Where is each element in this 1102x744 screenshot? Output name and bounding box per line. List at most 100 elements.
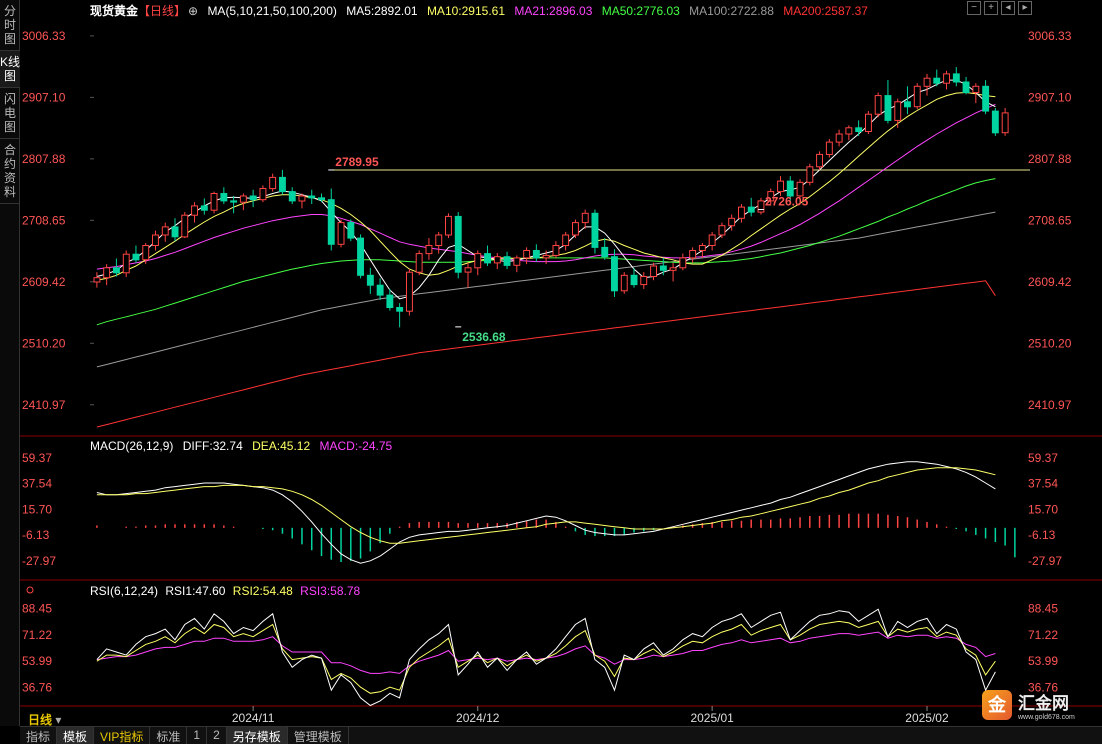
rsi-tick-left-3: 36.76 xyxy=(22,681,52,695)
candle-body-57 xyxy=(650,265,657,277)
candle-body-74 xyxy=(816,153,823,168)
arrow-left-icon[interactable]: ◂ xyxy=(1001,1,1015,15)
annotation-label-0: 2789.95 xyxy=(335,155,379,169)
candle-body-14 xyxy=(230,200,238,203)
candle-body-58 xyxy=(659,265,667,271)
macd-tick-right-4: -27.97 xyxy=(1028,554,1062,568)
candle-body-42 xyxy=(503,256,511,266)
candle-body-39 xyxy=(474,253,482,269)
tab-flash-chart[interactable]: 闪电图 xyxy=(0,88,20,139)
price-tick-left-1: 2907.10 xyxy=(22,90,66,104)
candle-body-59 xyxy=(669,267,677,271)
candle-body-48 xyxy=(562,234,570,246)
candle-body-51 xyxy=(591,212,599,248)
candle-body-54 xyxy=(620,274,628,292)
candle-body-65 xyxy=(728,217,736,227)
candle-body-25 xyxy=(337,222,345,245)
candle-body-73 xyxy=(806,166,814,183)
price-tick-right-3: 2708.65 xyxy=(1028,213,1072,227)
macd-tick-left-3: -6.13 xyxy=(22,528,50,542)
x-label-2: 2025/01 xyxy=(690,711,734,725)
tab-indicator[interactable]: 指标 xyxy=(20,727,58,744)
rsi2-value: RSI2:54.48 xyxy=(232,584,293,598)
gold678-watermark: 金 汇金网 www.gold678.com xyxy=(982,687,1090,723)
rsi-tick-left-0: 88.45 xyxy=(22,601,52,615)
legend-ma21: MA21:2896.03 xyxy=(514,4,593,18)
tab-1[interactable]: 1 xyxy=(187,727,208,744)
main-legend: 现货黄金【日线】 ⊕ MA(5,10,21,50,100,200) MA5:289… xyxy=(90,2,874,19)
period-selector-label: 日线 xyxy=(28,713,53,727)
candle-body-46 xyxy=(542,254,550,259)
macd-tick-right-0: 59.37 xyxy=(1028,451,1058,465)
caret-down-icon: ▾ xyxy=(55,713,62,727)
candle-body-28 xyxy=(366,274,374,286)
candle-body-92 xyxy=(991,110,999,134)
candle-body-82 xyxy=(894,101,902,121)
price-tick-right-1: 2907.10 xyxy=(1028,90,1072,104)
plus-icon[interactable]: + xyxy=(984,1,998,15)
macd-tick-left-1: 37.54 xyxy=(22,477,52,491)
tab-kline-chart[interactable]: K线图 xyxy=(0,51,20,88)
settings-icon[interactable]: ⊕ xyxy=(188,4,198,18)
candle-body-56 xyxy=(640,276,648,286)
tab-2[interactable]: 2 xyxy=(207,727,227,744)
candle-body-80 xyxy=(874,95,882,115)
candle-body-47 xyxy=(552,245,560,256)
candle-body-9 xyxy=(181,214,189,238)
candle-body-75 xyxy=(825,141,833,156)
candle-body-61 xyxy=(689,250,697,259)
x-label-0: 2024/11 xyxy=(232,711,275,725)
x-label-1: 2024/12 xyxy=(456,711,500,725)
price-tick-left-5: 2510.20 xyxy=(22,336,66,350)
tab-template[interactable]: 模板 xyxy=(57,727,95,744)
legend-ma10: MA10:2915.61 xyxy=(426,4,505,18)
candle-body-88 xyxy=(952,73,960,83)
price-tick-left-2: 2807.88 xyxy=(22,152,66,166)
candle-body-44 xyxy=(523,250,531,259)
candle-body-41 xyxy=(493,256,501,264)
tab-standard[interactable]: 标准 xyxy=(150,727,188,744)
macd-tick-left-4: -27.97 xyxy=(22,554,56,568)
legend-ma5: MA5:2892.01 xyxy=(346,4,418,18)
instrument-name: 现货黄金 xyxy=(90,4,139,18)
macd-diff: DIFF:32.74 xyxy=(182,439,243,453)
rsi-legend: RSI(6,12,24) RSI1:47.60 RSI2:54.48 RSI3:… xyxy=(90,584,364,598)
minus-icon[interactable]: − xyxy=(967,1,981,15)
price-tick-left-6: 2410.97 xyxy=(22,398,66,412)
candle-body-67 xyxy=(747,206,755,213)
candle-body-15 xyxy=(239,195,247,203)
rsi-tick-left-2: 53.99 xyxy=(22,654,52,668)
candle-body-93 xyxy=(1001,112,1009,134)
candle-body-26 xyxy=(347,222,355,239)
tab-time-chart[interactable]: 分时图 xyxy=(0,0,20,51)
candle-body-43 xyxy=(513,257,521,266)
candle-body-24 xyxy=(327,199,335,245)
candle-body-49 xyxy=(572,222,579,236)
candle-body-29 xyxy=(376,284,384,296)
candle-body-37 xyxy=(454,215,462,273)
candle-body-16 xyxy=(249,195,257,201)
tab-save-template[interactable]: 另存模板 xyxy=(226,727,288,744)
tab-vip-indicator[interactable]: VIP指标 xyxy=(94,727,151,744)
tab-manage-template[interactable]: 管理模板 xyxy=(288,727,349,744)
candle-body-5 xyxy=(142,245,150,261)
candle-body-81 xyxy=(884,95,892,121)
price-tick-right-4: 2609.42 xyxy=(1028,275,1072,289)
tab-contract-info[interactable]: 合约资料 xyxy=(0,139,20,204)
candle-body-11 xyxy=(200,205,208,211)
candle-body-85 xyxy=(923,77,931,87)
chart-canvas[interactable]: 3006.33 3006.33 2907.10 2907.10 2807.88 2807.… xyxy=(20,0,1102,726)
rsi3-value: RSI3:58.78 xyxy=(300,584,361,598)
macd-line-dea xyxy=(96,467,996,544)
rsi-tick-left-1: 71.22 xyxy=(22,628,52,642)
price-tick-left-0: 3006.33 xyxy=(22,29,66,43)
macd-dea: DEA:45.12 xyxy=(252,439,311,453)
candle-body-27 xyxy=(357,237,365,276)
arrow-right-icon[interactable]: ▸ xyxy=(1018,1,1032,15)
candle-body-13 xyxy=(220,193,228,202)
candle-body-78 xyxy=(855,127,863,133)
candle-body-36 xyxy=(445,215,452,236)
candle-body-89 xyxy=(962,81,970,93)
line-ma5 xyxy=(96,79,996,300)
candle-body-40 xyxy=(484,253,492,264)
